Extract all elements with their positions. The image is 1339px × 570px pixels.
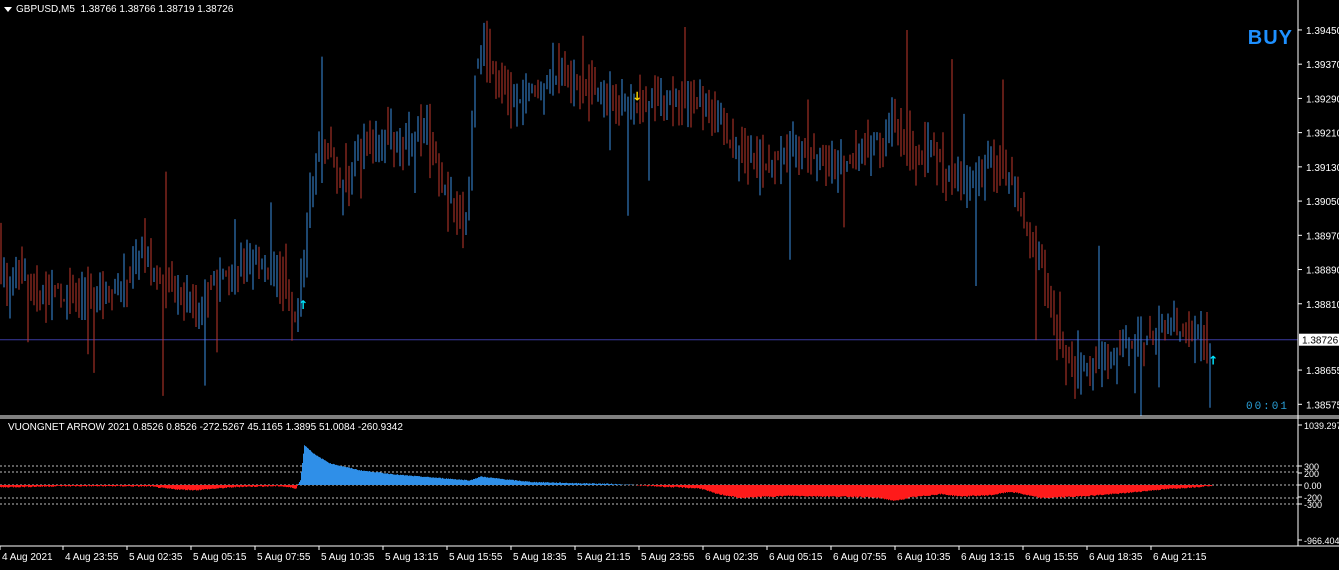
- price-tick-label: 1.39450: [1306, 26, 1339, 37]
- time-tick-label: 5 Aug 18:35: [513, 552, 567, 563]
- sell-arrow-icon: ↓: [632, 89, 642, 103]
- time-tick-label: 6 Aug 15:55: [1025, 552, 1079, 563]
- buy-arrow-icon: ↑: [1208, 353, 1218, 367]
- time-tick-label: 5 Aug 23:55: [641, 552, 695, 563]
- price-tick-label: 1.39130: [1306, 163, 1339, 174]
- time-tick-label: 5 Aug 07:55: [257, 552, 311, 563]
- time-tick-label: 5 Aug 13:15: [385, 552, 439, 563]
- chart-canvas[interactable]: ↑↓↑ 1.394501.393701.392901.392101.391301…: [0, 0, 1339, 570]
- time-tick-label: 5 Aug 05:15: [193, 552, 247, 563]
- time-tick-label: 6 Aug 18:35: [1089, 552, 1143, 563]
- price-tick-label: 1.39370: [1306, 60, 1339, 71]
- time-tick-label: 6 Aug 02:35: [705, 552, 759, 563]
- time-tick-label: 5 Aug 15:55: [449, 552, 503, 563]
- price-tick-label: 1.38810: [1306, 300, 1339, 311]
- indicator-tick-label: 0.00: [1304, 481, 1322, 491]
- price-tick-label: 1.38575: [1306, 400, 1339, 411]
- time-tick-label: 5 Aug 10:35: [321, 552, 375, 563]
- price-tick-label: 1.39050: [1306, 197, 1339, 208]
- time-tick-label: 4 Aug 23:55: [65, 552, 119, 563]
- time-tick-label: 6 Aug 10:35: [897, 552, 951, 563]
- symbol-header: GBPUSD,M5 1.38766 1.38766 1.38719 1.3872…: [4, 4, 233, 15]
- symbol-label: GBPUSD,M5: [16, 4, 75, 15]
- indicator-tick-label: -966.404: [1304, 536, 1339, 546]
- indicator-header: VUONGNET ARROW 2021 0.8526 0.8526 -272.5…: [8, 422, 403, 433]
- time-tick-label: 4 Aug 2021: [2, 552, 53, 563]
- signal-label: BUY: [1247, 27, 1293, 49]
- candle-timer: 00:01: [1245, 401, 1289, 413]
- indicator-panel[interactable]: [0, 445, 1298, 505]
- current-price-label: 1.38726: [1302, 336, 1339, 347]
- time-tick-label: 6 Aug 13:15: [961, 552, 1015, 563]
- price-tick-label: 1.39210: [1306, 129, 1339, 140]
- time-tick-label: 6 Aug 21:15: [1153, 552, 1207, 563]
- indicator-tick-label: -300: [1304, 500, 1322, 510]
- price-tick-label: 1.38970: [1306, 231, 1339, 242]
- indicator-tick-label: 1039.297: [1304, 421, 1339, 431]
- price-tick-label: 1.38655: [1306, 366, 1339, 377]
- time-tick-label: 5 Aug 21:15: [577, 552, 631, 563]
- price-panel[interactable]: ↑ ↓ ↑: [0, 20, 1298, 416]
- time-tick-label: 6 Aug 07:55: [833, 552, 887, 563]
- indicator-tick-label: 200: [1304, 469, 1319, 479]
- time-tick-label: 5 Aug 02:35: [129, 552, 183, 563]
- buy-arrow-icon: ↑: [298, 298, 308, 312]
- dropdown-triangle-icon[interactable]: [4, 6, 12, 12]
- price-tick-label: 1.38890: [1306, 266, 1339, 277]
- time-tick-label: 6 Aug 05:15: [769, 552, 823, 563]
- price-tick-label: 1.39290: [1306, 94, 1339, 105]
- axes: 1.39450 1.39370 1.39290 1.39210 1.39130 1.390…: [0, 0, 1339, 563]
- ohlc-values: 1.38766 1.38766 1.38719 1.38726: [80, 4, 234, 15]
